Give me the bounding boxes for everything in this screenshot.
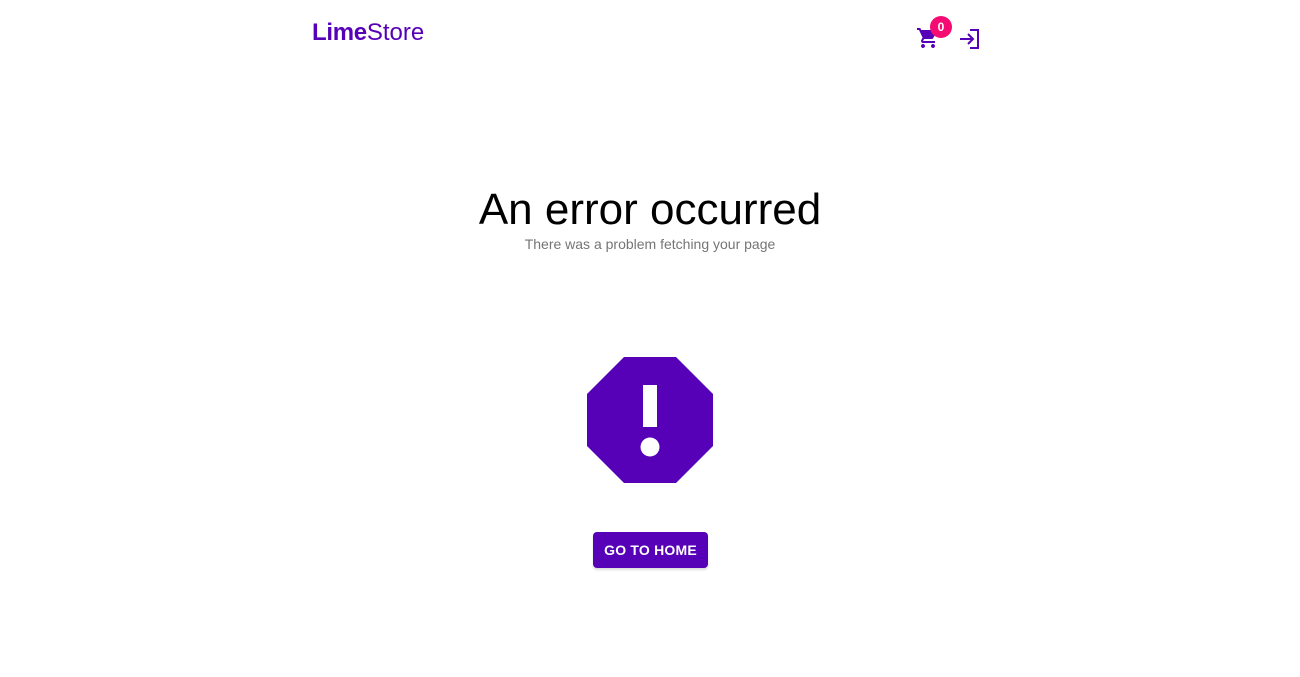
logo-light-text: Store (366, 19, 425, 46)
page-subtitle: There was a problem fetching your page (524, 236, 776, 252)
go-to-home-button[interactable]: GO TO HOME (593, 532, 708, 568)
cart-button[interactable]: 0 (916, 16, 952, 52)
error-page: LimeStore 0 An error occurred There was … (0, 0, 1300, 677)
logo-link[interactable]: LimeStore (312, 19, 424, 47)
page-title: An error occurred (478, 185, 822, 234)
cart-count-badge: 0 (930, 16, 952, 38)
login-icon (957, 27, 981, 51)
octagon-alert-icon (587, 357, 713, 483)
top-navbar: LimeStore 0 (312, 0, 984, 72)
logo-bold-text: Lime (312, 19, 367, 46)
login-button[interactable] (957, 27, 981, 51)
